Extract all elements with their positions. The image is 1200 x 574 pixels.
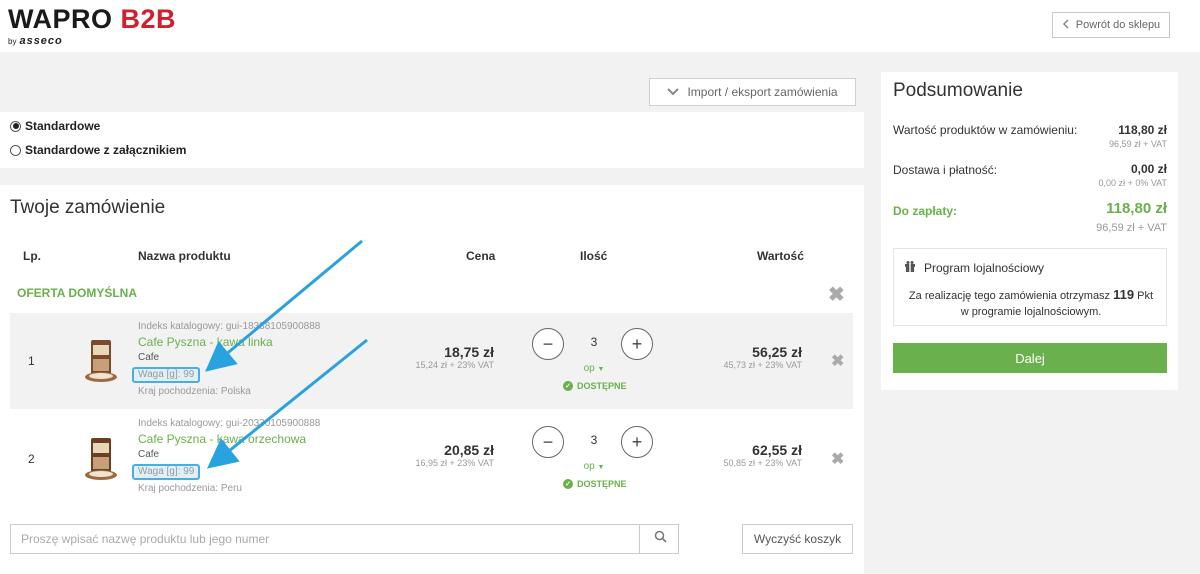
- to-pay-value: 118,80 zł: [1106, 200, 1167, 217]
- radio-unchecked-icon[interactable]: [10, 144, 21, 156]
- offer-label: OFERTA DOMYŚLNA: [17, 286, 137, 300]
- col-qty: Ilość: [580, 249, 608, 263]
- product-weight: Waga [g]: 99: [132, 464, 201, 480]
- catalog-index: Indeks katalogowy: gui-20330105900888: [138, 418, 321, 429]
- unit-price-net: 15,24 zł + 23% VAT: [415, 360, 494, 370]
- row-value-net: 45,73 zł + 23% VAT: [723, 360, 802, 370]
- row-lp: 1: [28, 354, 35, 368]
- unit-price: 20,85 zł 16,95 zł + 23% VAT: [374, 442, 494, 468]
- col-value: Wartość: [757, 249, 804, 263]
- order-title: Twoje zamówienie: [10, 197, 166, 218]
- logo[interactable]: WAPRO B2B by asseco: [8, 4, 176, 47]
- to-pay-label: Do zapłaty:: [893, 204, 958, 218]
- row-lp: 2: [28, 452, 35, 466]
- remove-offer-icon[interactable]: ✖: [828, 282, 845, 307]
- table-row: 2 Indeks katalogowy: gui-20330105900888 …: [10, 410, 853, 506]
- order-type-standard-label: Standardowe: [25, 119, 101, 133]
- delivery-label: Dostawa i płatność:: [893, 163, 998, 177]
- summary-title: Podsumowanie: [893, 80, 1023, 101]
- product-search: [10, 524, 679, 554]
- row-value-net: 50,85 zł + 23% VAT: [723, 458, 802, 468]
- remove-item-icon[interactable]: ✖: [831, 351, 844, 371]
- product-image[interactable]: [78, 337, 124, 383]
- loyalty-header: Program lojalnościowy: [904, 260, 1044, 275]
- header: WAPRO B2B by asseco Powrót do sklepu: [0, 0, 1200, 52]
- remove-item-icon[interactable]: ✖: [831, 449, 844, 469]
- col-name: Nazwa produktu: [138, 249, 231, 263]
- unit-dropdown[interactable]: op ▼: [574, 363, 614, 374]
- products-value: 118,80 zł: [1118, 123, 1167, 137]
- product-image[interactable]: [78, 435, 124, 481]
- check-circle-icon: ✓: [563, 479, 573, 489]
- next-button[interactable]: Dalej: [893, 343, 1167, 373]
- qty-increase-button[interactable]: +: [621, 328, 653, 360]
- row-value: 62,55 zł 50,85 zł + 23% VAT: [682, 442, 802, 468]
- chevron-left-icon: [1062, 18, 1070, 32]
- loyalty-points: 119: [1113, 287, 1135, 302]
- product-origin: Kraj pochodzenia: Peru: [138, 483, 242, 494]
- qty-increase-button[interactable]: +: [621, 426, 653, 458]
- caret-down-icon: ▼: [597, 366, 605, 373]
- unit-price-gross: 20,85 zł: [444, 442, 494, 458]
- unit-price-net: 16,95 zł + 23% VAT: [415, 458, 494, 468]
- row-value: 56,25 zł 45,73 zł + 23% VAT: [682, 344, 802, 370]
- qty-decrease-button[interactable]: −: [532, 328, 564, 360]
- product-name-link[interactable]: Cafe Pyszna - kawa orzechowa: [138, 431, 320, 448]
- loyalty-box: Program lojalnościowy Za realizację tego…: [893, 248, 1167, 326]
- page: WAPRO B2B by asseco Powrót do sklepu Impo…: [0, 0, 1200, 574]
- to-pay-net: 96,59 zł + VAT: [1096, 222, 1167, 234]
- logo-byline: by asseco: [8, 35, 63, 47]
- search-icon: [654, 530, 667, 548]
- qty-decrease-button[interactable]: −: [532, 426, 564, 458]
- order-type-with-attachment[interactable]: Standardowe z załącznikiem: [10, 143, 186, 157]
- order-type-attachment-label: Standardowe z załącznikiem: [25, 143, 187, 157]
- import-export-button[interactable]: Import / eksport zamówienia: [649, 78, 856, 106]
- logo-text: WAPRO B2B: [8, 4, 177, 34]
- loyalty-title: Program lojalnościowy: [924, 260, 1045, 275]
- col-price: Cena: [466, 249, 496, 263]
- col-lp: Lp.: [23, 249, 41, 263]
- unit-price-gross: 18,75 zł: [444, 344, 494, 360]
- unit-price: 18,75 zł 15,24 zł + 23% VAT: [374, 344, 494, 370]
- gift-icon: [904, 260, 916, 275]
- back-to-shop-button[interactable]: Powrót do sklepu: [1052, 12, 1170, 38]
- row-value-gross: 62,55 zł: [752, 442, 802, 458]
- product-weight: Waga [g]: 99: [132, 367, 201, 383]
- product-origin: Kraj pochodzenia: Polska: [138, 386, 251, 397]
- product-category: Cafe: [138, 352, 160, 363]
- caret-down-icon: ▼: [597, 464, 605, 471]
- availability-status: ✓ DOSTĘPNE: [563, 381, 627, 391]
- table-row: 1 Indeks katalogowy: gui-18338105900888 …: [10, 313, 853, 409]
- catalog-index: Indeks katalogowy: gui-18338105900888: [138, 321, 321, 332]
- delivery-value-net: 0,00 zł + 0% VAT: [1098, 178, 1167, 188]
- qty-value[interactable]: 3: [579, 335, 609, 349]
- clear-cart-button[interactable]: Wyczyść koszyk: [742, 524, 853, 554]
- search-button[interactable]: [641, 525, 679, 553]
- unit-dropdown[interactable]: op ▼: [574, 461, 614, 472]
- delivery-value: 0,00 zł: [1130, 162, 1167, 176]
- loyalty-text: Za realizację tego zamówienia otrzymasz …: [908, 287, 1154, 318]
- product-info: Indeks katalogowy: gui-20330105900888 Ca…: [132, 417, 321, 496]
- search-input[interactable]: [11, 525, 640, 553]
- product-category: Cafe: [138, 449, 160, 460]
- radio-checked-icon[interactable]: [10, 120, 21, 132]
- products-value-net: 96,59 zł + VAT: [1109, 139, 1167, 149]
- product-info: Indeks katalogowy: gui-18338105900888 Ca…: [132, 320, 321, 399]
- products-value-label: Wartość produktów w zamówieniu:: [893, 123, 1078, 137]
- check-circle-icon: ✓: [563, 381, 573, 391]
- order-type-standard[interactable]: Standardowe: [10, 119, 100, 133]
- import-export-label: Import / eksport zamówienia: [687, 85, 838, 99]
- chevron-down-icon: [667, 85, 680, 99]
- row-value-gross: 56,25 zł: [752, 344, 802, 360]
- back-to-shop-label: Powrót do sklepu: [1075, 19, 1161, 31]
- availability-status: ✓ DOSTĘPNE: [563, 479, 627, 489]
- order-type-panel: [0, 112, 864, 168]
- product-name-link[interactable]: Cafe Pyszna - kawa linka: [138, 334, 320, 351]
- qty-value[interactable]: 3: [579, 433, 609, 447]
